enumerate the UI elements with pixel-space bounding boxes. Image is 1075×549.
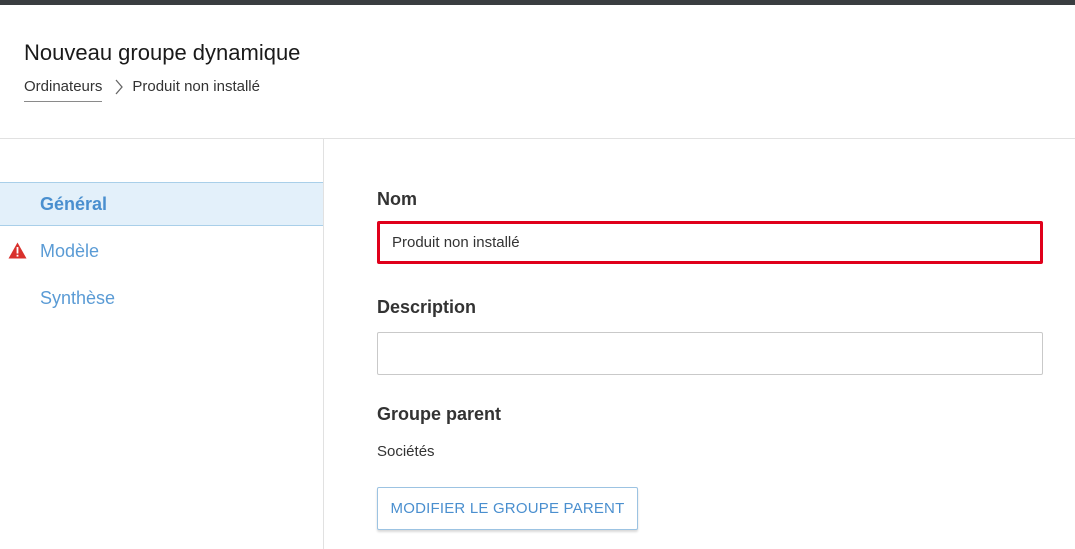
parent-group-value: Sociétés xyxy=(377,443,435,460)
breadcrumb-current: Produit non installé xyxy=(132,78,260,95)
warning-icon xyxy=(8,242,27,259)
header-divider xyxy=(0,138,1075,139)
description-field[interactable] xyxy=(377,332,1043,375)
sidebar-divider xyxy=(323,139,324,549)
name-field[interactable] xyxy=(377,221,1043,264)
sidebar-item-label: Modèle xyxy=(40,240,100,261)
parent-group-label: Groupe parent xyxy=(377,404,502,424)
name-label: Nom xyxy=(377,189,417,209)
sidebar-item-label: Général xyxy=(40,193,108,214)
sidebar-item-general[interactable]: Général xyxy=(0,182,323,226)
page-title: Nouveau groupe dynamique xyxy=(24,40,301,65)
description-label: Description xyxy=(377,297,477,317)
sidebar-item-modele[interactable]: Modèle xyxy=(0,229,323,273)
sidebar-item-label: Synthèse xyxy=(40,287,116,308)
breadcrumb: Ordinateurs Produit non installé xyxy=(24,78,260,104)
breadcrumb-link-ordinateurs[interactable]: Ordinateurs xyxy=(24,78,103,102)
chevron-right-icon xyxy=(115,79,124,95)
top-bar xyxy=(0,0,1075,5)
sidebar-item-synthese[interactable]: Synthèse xyxy=(0,276,323,320)
modify-parent-group-button[interactable]: MODIFIER LE GROUPE PARENT xyxy=(377,487,638,530)
